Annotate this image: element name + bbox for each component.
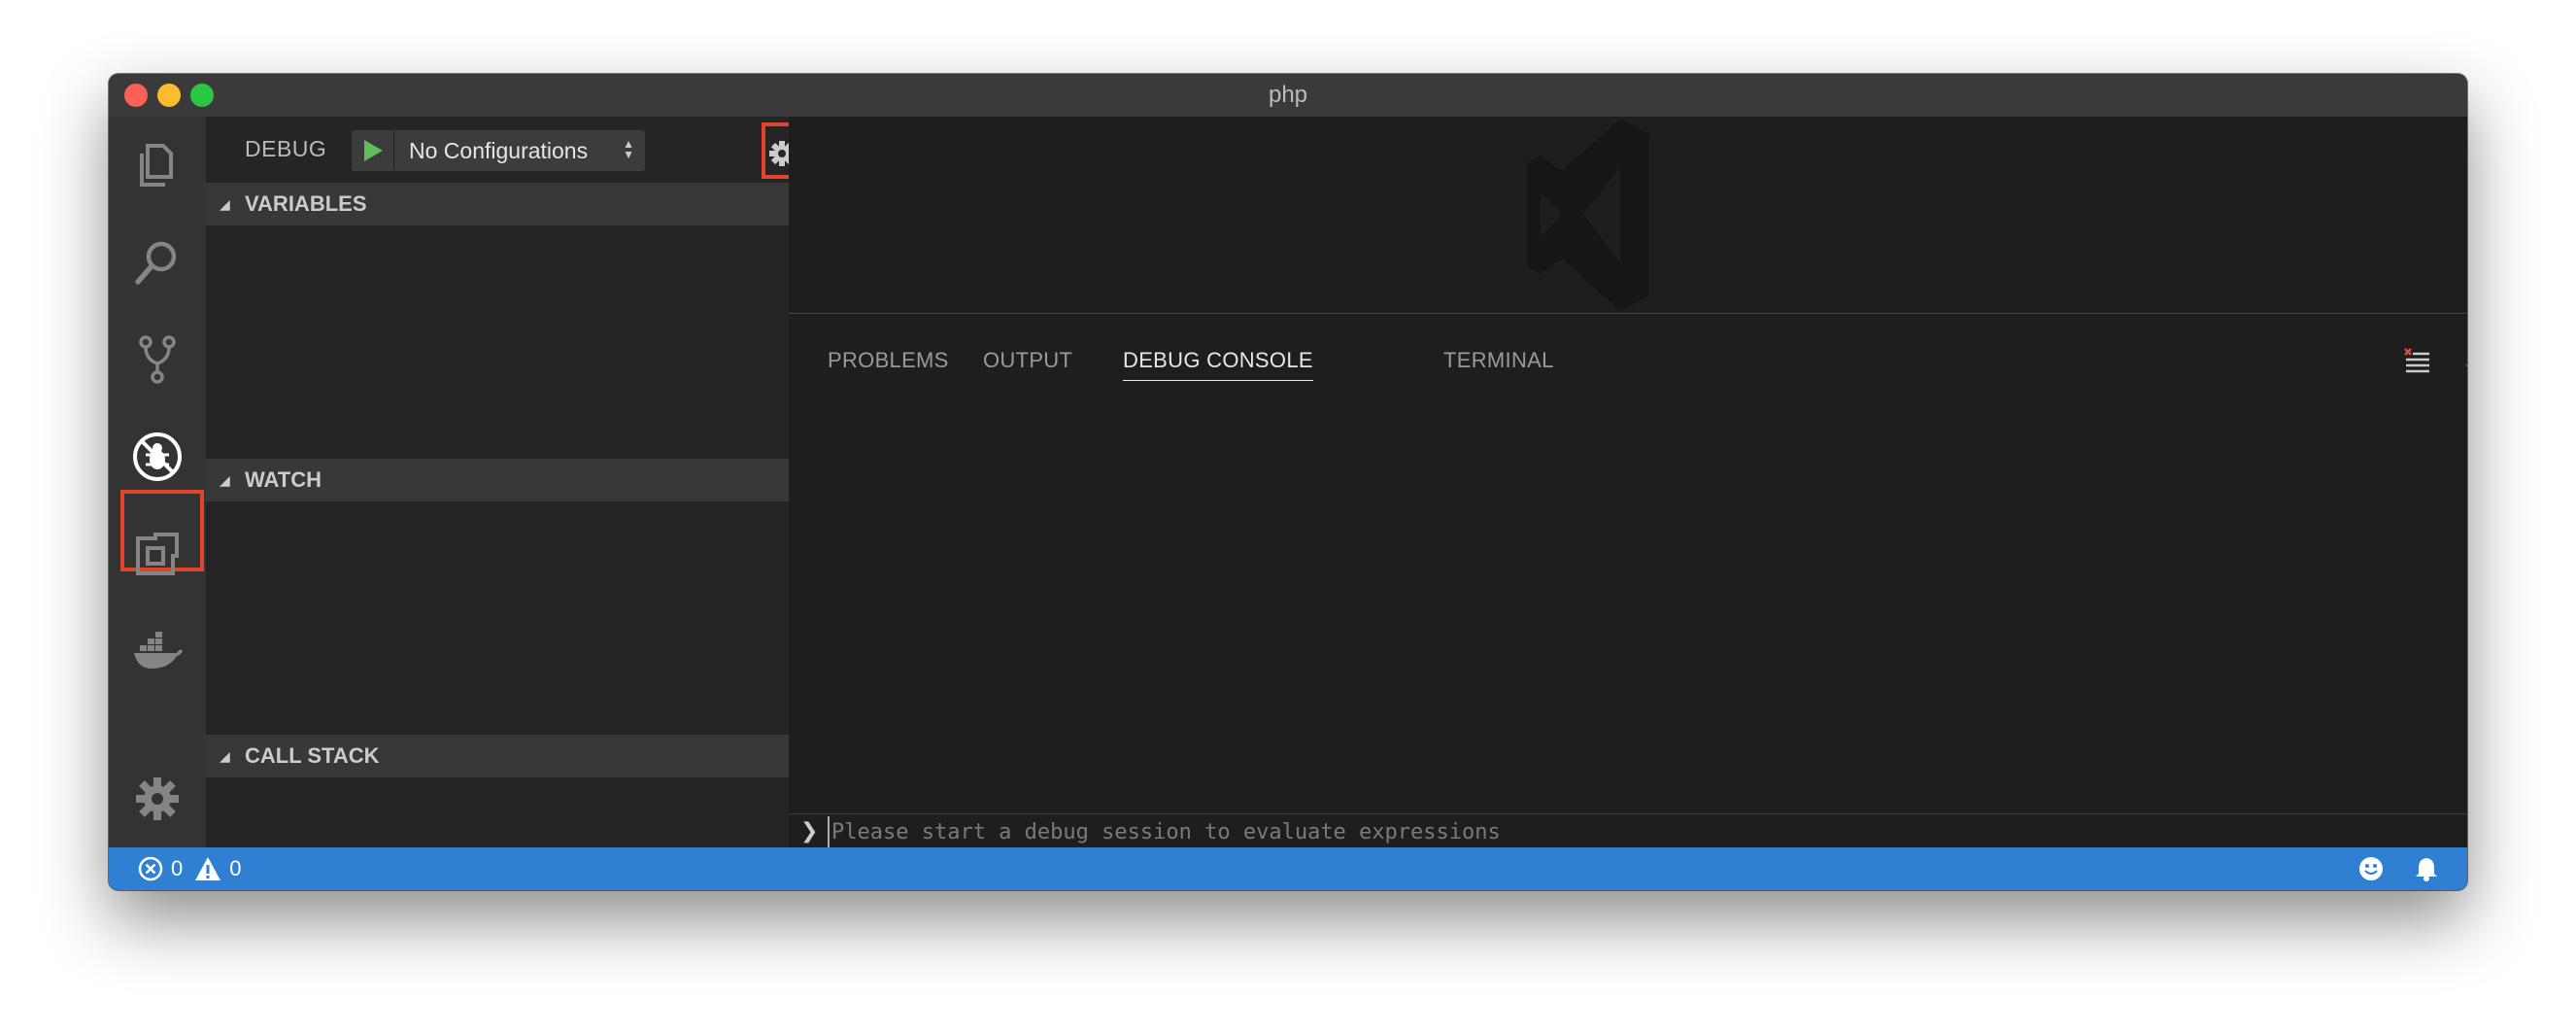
bottom-panel: PROBLEMS OUTPUT DEBUG CONSOLE TERMINAL ❯… — [789, 314, 2467, 847]
maximize-panel-button[interactable] — [2461, 341, 2467, 380]
error-icon — [138, 856, 163, 881]
clear-console-icon — [2404, 348, 2429, 373]
debug-title: DEBUG — [245, 136, 327, 161]
variables-section-header[interactable]: ◢ VARIABLES — [206, 183, 789, 225]
error-count: 0 — [171, 856, 184, 880]
watch-section-label: WATCH — [245, 467, 322, 492]
activity-source-control[interactable] — [109, 311, 206, 408]
prompt-chevron-icon: ❯ — [800, 818, 819, 843]
warning-icon — [195, 857, 221, 880]
notifications-button[interactable] — [2415, 847, 2438, 890]
activity-manage[interactable] — [109, 750, 206, 847]
debug-console-input-row: ❯ — [789, 813, 2467, 848]
start-debugging-button[interactable] — [353, 131, 394, 170]
search-icon — [135, 241, 177, 285]
vscode-watermark-icon — [1527, 119, 1649, 311]
activity-explorer[interactable] — [109, 117, 206, 214]
gear-icon — [136, 777, 179, 820]
launch-configuration-select[interactable]: No Configurations ▲ ▼ — [352, 130, 645, 171]
tab-output[interactable]: OUTPUT — [983, 341, 1072, 380]
select-arrows-icon: ▲ ▼ — [623, 137, 634, 161]
activity-bar — [109, 117, 206, 847]
call-stack-section-header[interactable]: ◢ CALL STACK — [206, 735, 789, 777]
title-bar: php — [109, 74, 2467, 118]
tab-problems[interactable]: PROBLEMS — [828, 341, 949, 380]
debug-icon — [133, 432, 182, 481]
play-icon — [364, 140, 383, 161]
tab-terminal[interactable]: TERMINAL — [1443, 341, 1554, 380]
debug-toolbar: DEBUG No Configurations ▲ ▼ — [206, 117, 853, 181]
debug-sidebar: DEBUG No Configurations ▲ ▼ ◢ VARIABLES … — [206, 117, 853, 847]
activity-docker[interactable] — [109, 603, 206, 700]
collapse-triangle-icon: ◢ — [220, 196, 230, 212]
collapse-triangle-icon: ◢ — [220, 748, 230, 764]
feedback-button[interactable] — [2358, 847, 2384, 890]
docker-icon — [134, 632, 183, 669]
watch-section-header[interactable]: ◢ WATCH — [206, 459, 789, 501]
files-icon — [140, 144, 173, 187]
chevron-up-icon — [2465, 363, 2467, 366]
bell-icon — [2416, 858, 2437, 881]
window-title: php — [1268, 82, 1308, 108]
activity-extensions[interactable] — [109, 505, 206, 603]
debug-console-input[interactable] — [828, 816, 2426, 847]
clear-console-button[interactable] — [2399, 341, 2434, 380]
activity-search[interactable] — [109, 214, 206, 311]
status-bar: 0 0 — [109, 847, 2467, 890]
call-stack-section-label: CALL STACK — [245, 743, 380, 768]
collapse-triangle-icon: ◢ — [220, 472, 230, 488]
editor-area — [789, 117, 2467, 314]
variables-section-label: VARIABLES — [245, 191, 367, 216]
vscode-window: php DEBUG No Configurations ▲ ▼ ◢ VARIAB… — [109, 74, 2467, 890]
source-control-icon — [139, 335, 176, 384]
extensions-icon — [136, 533, 179, 575]
tab-debug-console[interactable]: DEBUG CONSOLE — [1123, 341, 1313, 381]
warning-count: 0 — [229, 856, 242, 880]
problems-status[interactable]: 0 0 — [138, 847, 242, 890]
config-selected-label: No Configurations — [409, 138, 589, 163]
smiley-icon — [2359, 857, 2383, 880]
